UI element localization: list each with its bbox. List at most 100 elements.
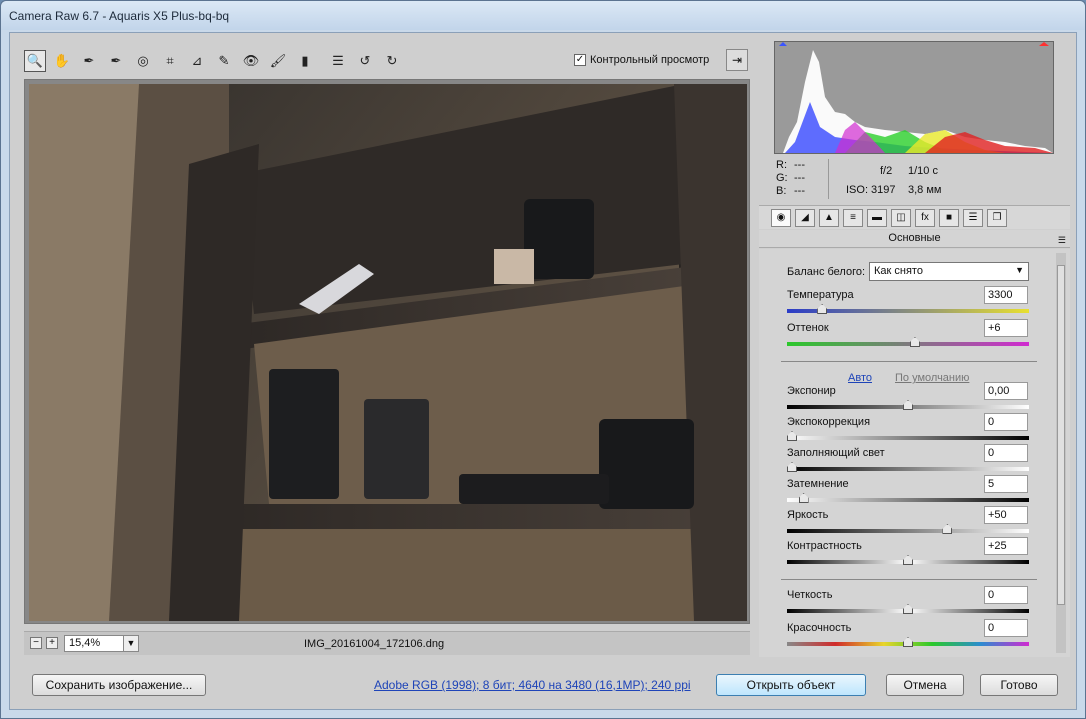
slider-thumb[interactable] bbox=[817, 304, 828, 314]
slider-value-field[interactable]: 0,00 bbox=[984, 382, 1028, 400]
color-sampler-tool-button[interactable]: ✒ bbox=[105, 50, 127, 72]
hsl-icon: ≡ bbox=[850, 212, 856, 223]
tab-snapshots[interactable]: ❐ bbox=[987, 209, 1007, 227]
tab-effects[interactable]: fx bbox=[915, 209, 935, 227]
preview-status-bar: − + 15,4% ▼ IMG_20161004_172106.dng bbox=[24, 631, 750, 655]
tab-split-toning[interactable]: ▬ bbox=[867, 209, 887, 227]
workflow-options-link[interactable]: Adobe RGB (1998); 8 бит; 4640 на 3480 (1… bbox=[374, 678, 691, 692]
slider-label: Экспонир bbox=[787, 385, 836, 397]
file-name: IMG_20161004_172106.dng bbox=[304, 638, 445, 650]
zoom-dropdown-button[interactable]: ▼ bbox=[123, 635, 139, 652]
slider-value-field[interactable]: +6 bbox=[984, 319, 1028, 337]
tab-basic[interactable]: ◉ bbox=[771, 209, 791, 227]
slider-value-field[interactable]: 0 bbox=[984, 413, 1028, 431]
histogram-chart bbox=[775, 42, 1053, 153]
slider-label: Температура bbox=[787, 289, 854, 301]
slider-label: Четкость bbox=[787, 589, 833, 601]
preview-checkbox-group[interactable]: ✓ Контрольный просмотр bbox=[574, 54, 709, 66]
panel-scrollbar[interactable] bbox=[1056, 253, 1066, 653]
slider-thumb[interactable] bbox=[903, 400, 913, 410]
slider-track[interactable] bbox=[787, 493, 1029, 503]
default-link[interactable]: По умолчанию bbox=[895, 372, 969, 384]
photo-drawing bbox=[29, 84, 747, 621]
fullscreen-button[interactable]: ⇥ bbox=[726, 49, 748, 71]
graduated-filter-icon: ▮ bbox=[301, 53, 309, 68]
tone-curve-icon: ◢ bbox=[801, 212, 809, 223]
slider-track[interactable] bbox=[787, 604, 1029, 614]
slider-label: Красочность bbox=[787, 622, 852, 634]
targeted-adjustment-tool-icon: ◎ bbox=[137, 53, 149, 68]
slider-track[interactable] bbox=[787, 400, 1029, 410]
straighten-tool-button[interactable]: ⊿ bbox=[186, 50, 208, 72]
slider-label: Заполняющий свет bbox=[787, 447, 885, 459]
slider-thumb[interactable] bbox=[942, 524, 953, 534]
tab-camera-calibration[interactable]: ■ bbox=[939, 209, 959, 227]
tab-hsl[interactable]: ≡ bbox=[843, 209, 863, 227]
separator bbox=[781, 361, 1037, 362]
tab-presets[interactable]: ☰ bbox=[963, 209, 983, 227]
slider-thumb[interactable] bbox=[903, 604, 913, 614]
zoom-tool-icon: 🔍 bbox=[26, 53, 44, 68]
slider-thumb[interactable] bbox=[909, 337, 920, 347]
tab-tone-curve[interactable]: ◢ bbox=[795, 209, 815, 227]
presets-icon: ☰ bbox=[968, 212, 978, 223]
slider-thumb[interactable] bbox=[787, 431, 797, 441]
scrollbar-thumb[interactable] bbox=[1057, 265, 1065, 605]
hand-tool-button[interactable]: ✋ bbox=[51, 50, 73, 72]
auto-link[interactable]: Авто bbox=[848, 372, 872, 384]
tab-detail[interactable]: ▲ bbox=[819, 209, 839, 227]
slider-track[interactable] bbox=[787, 555, 1029, 565]
targeted-adjustment-tool-button[interactable]: ◎ bbox=[132, 50, 154, 72]
done-button[interactable]: Готово bbox=[980, 674, 1058, 696]
zoom-tool-button[interactable]: 🔍 bbox=[24, 50, 46, 72]
preferences-icon: ☰ bbox=[332, 53, 344, 68]
spot-removal-tool-button[interactable]: ✎ bbox=[213, 50, 235, 72]
slider-track[interactable] bbox=[787, 462, 1029, 472]
separator bbox=[781, 579, 1037, 580]
slider-track[interactable] bbox=[787, 337, 1029, 347]
adjustment-brush-button[interactable]: 🖌 bbox=[267, 50, 289, 72]
slider-value-field[interactable]: +50 bbox=[984, 506, 1028, 524]
preferences-button[interactable]: ☰ bbox=[327, 50, 349, 72]
slider-track[interactable] bbox=[787, 304, 1029, 314]
window-title: Camera Raw 6.7 - Aquaris X5 Plus-bq-bq bbox=[9, 9, 230, 23]
slider-value-field[interactable]: 0 bbox=[984, 586, 1028, 604]
save-image-button[interactable]: Сохранить изображение... bbox=[32, 674, 206, 696]
preview-checkbox[interactable]: ✓ bbox=[574, 54, 586, 66]
slider-track[interactable] bbox=[787, 524, 1029, 534]
slider-track[interactable] bbox=[787, 431, 1029, 441]
open-object-button[interactable]: Открыть объект bbox=[716, 674, 866, 696]
image-preview-frame bbox=[24, 79, 750, 624]
panel-tabs: ◉ ◢ ▲ ≡ ▬ ◫ fx ■ ☰ ❐ bbox=[759, 205, 1070, 229]
white-balance-tool-button[interactable]: ✒ bbox=[78, 50, 100, 72]
rotate-ccw-button[interactable]: ↺ bbox=[354, 50, 376, 72]
crop-tool-button[interactable]: ⌗ bbox=[159, 50, 181, 72]
white-balance-select[interactable]: Как снято ▼ bbox=[869, 262, 1029, 281]
zoom-out-button[interactable]: − bbox=[30, 637, 42, 649]
lens-icon: ◫ bbox=[896, 212, 906, 223]
slider-value-field[interactable]: +25 bbox=[984, 537, 1028, 555]
red-eye-tool-icon: 👁 bbox=[242, 53, 260, 68]
red-eye-tool-button[interactable]: 👁 bbox=[240, 50, 262, 72]
cancel-button[interactable]: Отмена bbox=[886, 674, 964, 696]
tab-lens[interactable]: ◫ bbox=[891, 209, 911, 227]
zoom-in-button[interactable]: + bbox=[46, 637, 58, 649]
photo-preview[interactable] bbox=[29, 84, 747, 621]
rotate-cw-button[interactable]: ↻ bbox=[381, 50, 403, 72]
slider-label: Контрастность bbox=[787, 540, 862, 552]
slider-value-field[interactable]: 5 bbox=[984, 475, 1028, 493]
slider-value-field[interactable]: 3300 bbox=[984, 286, 1028, 304]
title-bar[interactable]: Camera Raw 6.7 - Aquaris X5 Plus-bq-bq bbox=[1, 1, 1085, 30]
slider-value-field[interactable]: 0 bbox=[984, 619, 1028, 637]
graduated-filter-button[interactable]: ▮ bbox=[294, 50, 316, 72]
slider-track[interactable] bbox=[787, 637, 1029, 647]
slider-value-field[interactable]: 0 bbox=[984, 444, 1028, 462]
slider-thumb[interactable] bbox=[903, 637, 913, 647]
zoom-level-field[interactable]: 15,4% bbox=[64, 635, 124, 652]
fullscreen-icon: ⇥ bbox=[731, 53, 743, 67]
slider-thumb[interactable] bbox=[903, 555, 913, 565]
panel-menu-icon[interactable]: ☰ bbox=[1058, 232, 1066, 248]
slider-thumb[interactable] bbox=[787, 462, 797, 472]
exif-readout: R: --- G: --- B: --- f/2 1/10 с ISO: 319… bbox=[774, 159, 1054, 199]
slider-thumb[interactable] bbox=[798, 493, 809, 503]
